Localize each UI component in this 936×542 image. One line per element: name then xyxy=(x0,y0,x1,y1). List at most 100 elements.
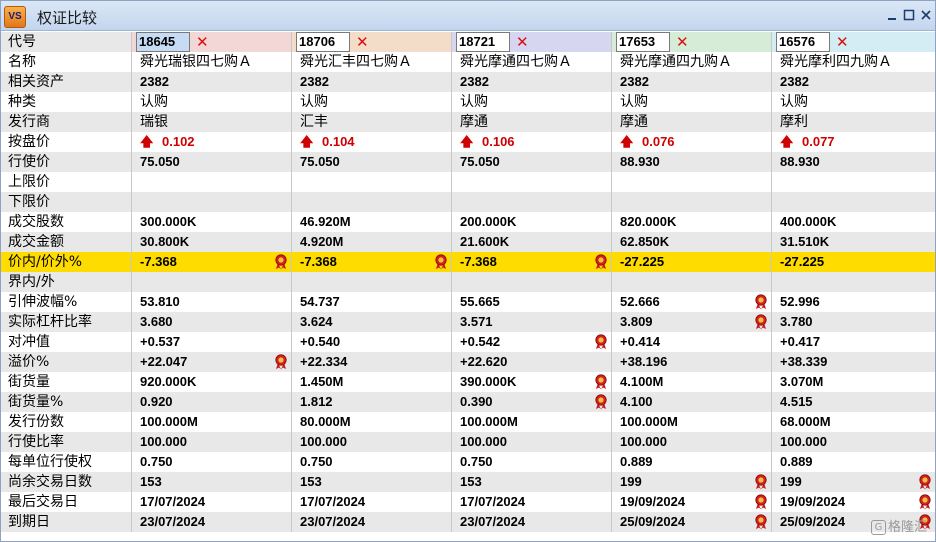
cell-value: +0.417 xyxy=(780,334,821,349)
close-icon[interactable] xyxy=(919,8,933,22)
column-divider xyxy=(771,472,772,492)
column-divider xyxy=(451,32,452,52)
table-cell: 31.510K xyxy=(772,232,935,252)
cell-value: 摩利 xyxy=(780,114,808,130)
column-divider xyxy=(611,252,612,272)
table-cell: 100.000M xyxy=(612,412,771,432)
row-label: 相关资产 xyxy=(8,74,64,90)
cell-value: 2382 xyxy=(780,74,809,89)
column-divider xyxy=(611,432,612,452)
medal-icon xyxy=(595,374,607,390)
table-row: 发行份数 100.000M 80.000M 100.000M 100.000M 68.00… xyxy=(1,412,935,432)
medal-icon xyxy=(275,354,287,370)
up-arrow-icon: 🡅 xyxy=(140,134,154,149)
remove-column-icon[interactable]: ✕ xyxy=(676,32,689,52)
table-row: 行使价 75.050 75.050 75.050 88.930 88.930 xyxy=(1,152,935,172)
table-cell: 2382 xyxy=(612,72,771,92)
cell-value: 88.930 xyxy=(620,154,660,169)
medal-icon xyxy=(755,294,767,310)
table-row: 最后交易日 17/07/2024 17/07/2024 17/07/2024 19/09… xyxy=(1,492,935,512)
cell-value: 2382 xyxy=(300,74,329,89)
code-input[interactable]: 17653 xyxy=(616,32,670,52)
column-divider xyxy=(611,112,612,132)
row-label: 最后交易日 xyxy=(8,494,78,510)
table-cell: 100.000 xyxy=(452,432,611,452)
minimize-icon[interactable] xyxy=(885,8,899,22)
column-divider xyxy=(451,292,452,312)
cell-value: 0.889 xyxy=(620,454,653,469)
column-divider xyxy=(131,452,132,472)
window-title: 权证比较 xyxy=(37,9,98,27)
table-cell: 4.100M xyxy=(612,372,771,392)
table-cell: 46.920M xyxy=(292,212,451,232)
table-row: 名称 舜光瑞银四七购Ａ 舜光汇丰四七购Ａ 舜光摩通四七购Ａ 舜光摩通四九购Ａ 舜光摩利四九… xyxy=(1,52,935,72)
table-cell xyxy=(612,272,771,292)
code-input[interactable]: 18645 xyxy=(136,32,190,52)
row-label: 代号 xyxy=(8,34,36,50)
column-divider xyxy=(291,92,292,112)
column-divider xyxy=(291,52,292,72)
table-cell: 4.515 xyxy=(772,392,935,412)
column-divider xyxy=(131,132,132,152)
column-divider xyxy=(291,432,292,452)
cell-value: 1.812 xyxy=(300,394,333,409)
column-divider xyxy=(771,332,772,352)
cell-value: 54.737 xyxy=(300,294,340,309)
row-label: 溢价% xyxy=(8,354,50,370)
column-divider xyxy=(131,492,132,512)
table-cell: 25/09/2024 xyxy=(612,512,771,532)
cell-value: 23/07/2024 xyxy=(140,514,206,529)
cell-value: 0.889 xyxy=(780,454,813,469)
cell-value: -27.225 xyxy=(620,254,665,269)
cell-value: 舜光摩通四七购Ａ xyxy=(460,54,572,70)
column-divider xyxy=(451,132,452,152)
table-cell: 摩通 xyxy=(612,112,771,132)
code-input[interactable]: 16576 xyxy=(776,32,830,52)
cell-value: +38.196 xyxy=(620,354,668,369)
column-divider xyxy=(771,232,772,252)
table-cell: 920.000K xyxy=(132,372,291,392)
remove-column-icon[interactable]: ✕ xyxy=(356,32,369,52)
row-label: 下限价 xyxy=(8,194,50,210)
table-cell: -7.368 xyxy=(452,252,611,272)
table-cell: 100.000M xyxy=(452,412,611,432)
remove-column-icon[interactable]: ✕ xyxy=(836,32,849,52)
column-divider xyxy=(131,472,132,492)
maximize-icon[interactable] xyxy=(902,8,916,22)
cell-value: 4.515 xyxy=(780,394,813,409)
table-cell: 100.000 xyxy=(612,432,771,452)
column-divider xyxy=(771,152,772,172)
header-row: 代号 18645 ✕ 18706 ✕ 18721 ✕ 17653 ✕ 16576 ✕ xyxy=(1,32,935,52)
cell-value: 200.000K xyxy=(460,214,517,229)
cell-value: +0.537 xyxy=(140,334,181,349)
column-divider xyxy=(611,492,612,512)
column-divider xyxy=(611,192,612,212)
cell-value: 55.665 xyxy=(460,294,500,309)
code-input[interactable]: 18721 xyxy=(456,32,510,52)
cell-value: 认购 xyxy=(300,94,328,110)
column-divider xyxy=(291,372,292,392)
row-label: 上限价 xyxy=(8,174,50,190)
remove-column-icon[interactable]: ✕ xyxy=(196,32,209,52)
cell-value: 舜光瑞银四七购Ａ xyxy=(140,54,252,70)
table-row: 发行商 瑞银 汇丰 摩通 摩通 摩利 xyxy=(1,112,935,132)
column-divider xyxy=(451,452,452,472)
row-label: 实际杠杆比率 xyxy=(8,314,92,330)
column-divider xyxy=(291,112,292,132)
column-divider xyxy=(291,32,292,52)
table-row: 每单位行使权 0.750 0.750 0.750 0.889 0.889 xyxy=(1,452,935,472)
column-divider xyxy=(611,412,612,432)
table-row: 成交股数 300.000K 46.920M 200.000K 820.000K 400.0… xyxy=(1,212,935,232)
cell-value: 1.450M xyxy=(300,374,344,389)
cell-value: +22.334 xyxy=(300,354,348,369)
column-divider xyxy=(291,132,292,152)
column-divider xyxy=(611,372,612,392)
column-divider xyxy=(131,252,132,272)
column-divider xyxy=(451,512,452,532)
cell-value: 认购 xyxy=(620,94,648,110)
table-cell: 舜光摩通四九购Ａ xyxy=(612,52,771,72)
code-input[interactable]: 18706 xyxy=(296,32,350,52)
remove-column-icon[interactable]: ✕ xyxy=(516,32,529,52)
row-label: 界内/外 xyxy=(8,274,55,290)
app-logo-icon: VS xyxy=(4,6,26,28)
